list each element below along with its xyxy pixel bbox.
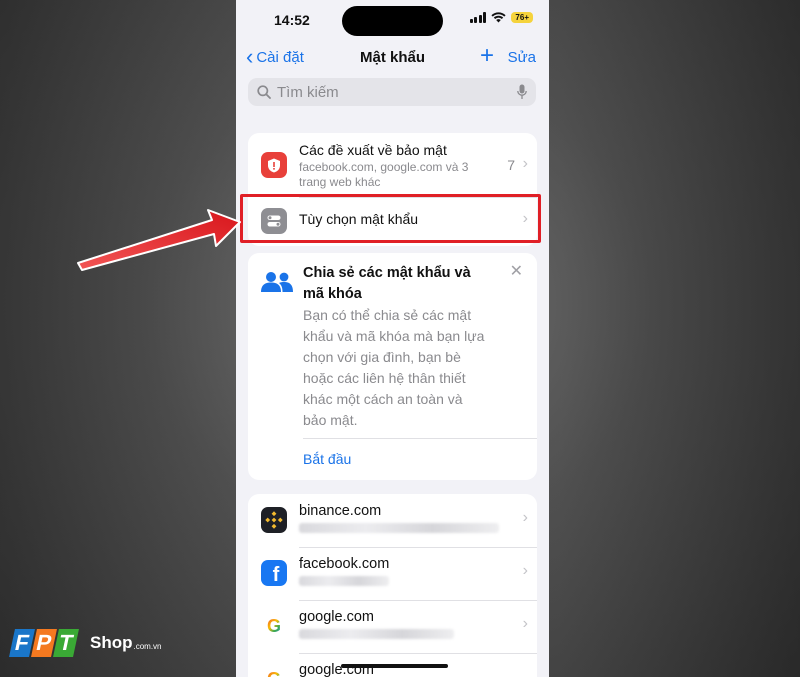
- pointer-arrow-icon: [77, 209, 241, 271]
- fpt-shop-logo: F P T Shop .com.vn: [9, 629, 162, 657]
- logo-domain-text: .com.vn: [133, 641, 162, 651]
- logo-letter-t: T: [53, 629, 79, 657]
- logo-shop-text: Shop: [90, 633, 133, 652]
